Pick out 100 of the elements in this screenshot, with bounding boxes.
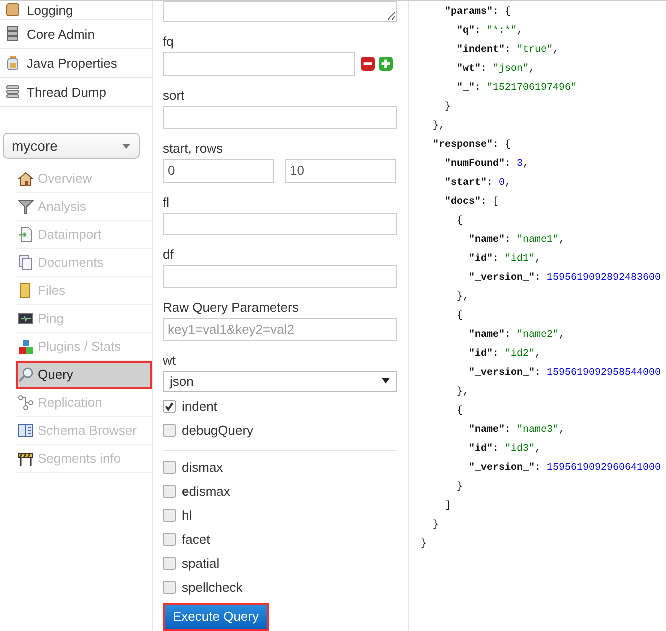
json-punctuation: : (493, 444, 500, 455)
query-field[interactable] (163, 1, 397, 22)
input-field[interactable] (163, 265, 397, 288)
barrier-icon (18, 450, 34, 466)
caret-icon (122, 144, 131, 148)
json-punctuation: , (529, 64, 536, 75)
checkbox-label: edismax (182, 484, 230, 500)
checkbox[interactable] (163, 533, 176, 546)
checkbox[interactable] (163, 400, 176, 414)
json-punctuation: }, (457, 387, 470, 398)
json-key: "_version_" (469, 273, 536, 284)
json-punctuation: : (475, 83, 482, 94)
json-string: "id3" (505, 444, 536, 455)
remove-button[interactable] (361, 56, 375, 71)
json-punctuation: : (535, 273, 542, 284)
input-field[interactable] (163, 106, 397, 129)
json-punctuation: : (475, 26, 482, 37)
stacked-lines-icon (5, 84, 21, 100)
core-menu-item[interactable]: Query (16, 361, 152, 389)
sidebar-item[interactable]: Core Admin (0, 20, 152, 49)
json-key: "name" (469, 235, 506, 246)
json-punctuation: }, (457, 292, 470, 303)
json-punctuation: , (553, 45, 560, 56)
checkbox-label: spatial (182, 556, 220, 572)
json-key: "params" (445, 7, 494, 18)
checkbox-label: dismax (182, 460, 224, 476)
json-string: "id2" (505, 349, 536, 360)
json-punctuation: , (535, 349, 542, 360)
jar-icon (5, 55, 21, 71)
json-key: "numFound" (445, 159, 506, 170)
json-key: "response" (433, 140, 494, 151)
json-punctuation: : (481, 64, 488, 75)
execute-query-button[interactable]: Execute Query (163, 602, 269, 631)
json-punctuation: , (535, 254, 542, 265)
json-punctuation: } (433, 520, 440, 531)
dropdown[interactable]: json (163, 370, 397, 392)
add-button[interactable] (379, 56, 393, 71)
json-string: "1521706197496" (487, 83, 578, 94)
book-icon (18, 422, 34, 438)
json-key: "docs" (445, 197, 482, 208)
server-stack-icon (5, 26, 21, 42)
checkbox[interactable] (163, 557, 176, 570)
json-string: "*:*" (487, 26, 518, 37)
sidebar-item[interactable]: Java Properties (0, 49, 152, 78)
json-punctuation: : (505, 330, 512, 341)
json-string: "json" (493, 64, 530, 75)
checkbox-label: debugQuery (182, 423, 254, 438)
checkbox[interactable] (163, 485, 176, 498)
sidebar-item[interactable]: Thread Dump (0, 78, 152, 107)
field-label: wt (163, 352, 177, 368)
checkbox[interactable] (163, 424, 176, 438)
document-arrow-icon (18, 226, 34, 242)
json-string: "name3" (517, 425, 560, 436)
checkbox[interactable] (163, 509, 176, 522)
json-key: "id" (469, 349, 494, 360)
nodes-icon (18, 394, 34, 410)
field-label: fl (163, 194, 170, 210)
json-number: 1595619092892483600 (547, 273, 662, 284)
json-punctuation: , (505, 178, 512, 189)
json-punctuation: : (487, 178, 494, 189)
json-punctuation: , (517, 26, 524, 37)
json-string: "id1" (505, 254, 536, 265)
search-icon (18, 366, 34, 382)
sidebar-item[interactable]: Logging (0, 1, 152, 20)
json-punctuation: , (559, 425, 566, 436)
checkbox[interactable] (163, 581, 176, 594)
input-field[interactable] (163, 52, 355, 76)
json-key: "wt" (457, 64, 482, 75)
checkbox[interactable] (163, 461, 176, 474)
json-punctuation: { (457, 311, 464, 322)
json-punctuation: : (505, 45, 512, 56)
input-field[interactable]: key1=val1&key2=val2 (163, 318, 397, 341)
core-selector[interactable]: mycore (3, 133, 140, 159)
funnel-icon (18, 198, 34, 214)
field-label: start, rows (163, 140, 224, 156)
monitor-icon (18, 310, 34, 326)
json-string: "name1" (517, 235, 560, 246)
input-field[interactable]: 10 (285, 158, 396, 183)
json-key: "name" (469, 330, 506, 341)
input-field[interactable] (163, 212, 397, 236)
json-punctuation: , (559, 330, 566, 341)
checkbox-label: hl (182, 508, 192, 524)
json-punctuation: : { (493, 140, 512, 151)
json-key: "_version_" (469, 368, 536, 379)
json-string: "true" (517, 45, 554, 56)
checkbox-label: indent (182, 399, 218, 414)
json-punctuation: : (535, 368, 542, 379)
json-punctuation: , (535, 444, 542, 455)
checkbox-label: facet (182, 532, 210, 548)
json-punctuation: } (445, 102, 452, 113)
json-punctuation: { (457, 406, 464, 417)
json-string: "name2" (517, 330, 560, 341)
json-punctuation: , (523, 159, 530, 170)
field-label: Raw Query Parameters (163, 300, 300, 316)
json-key: "_version_" (469, 463, 536, 474)
json-punctuation: : (505, 235, 512, 246)
field-label: sort (163, 88, 186, 103)
input-field[interactable]: 0 (163, 158, 274, 183)
field-label: fq (163, 34, 175, 49)
caret-icon (382, 378, 390, 384)
